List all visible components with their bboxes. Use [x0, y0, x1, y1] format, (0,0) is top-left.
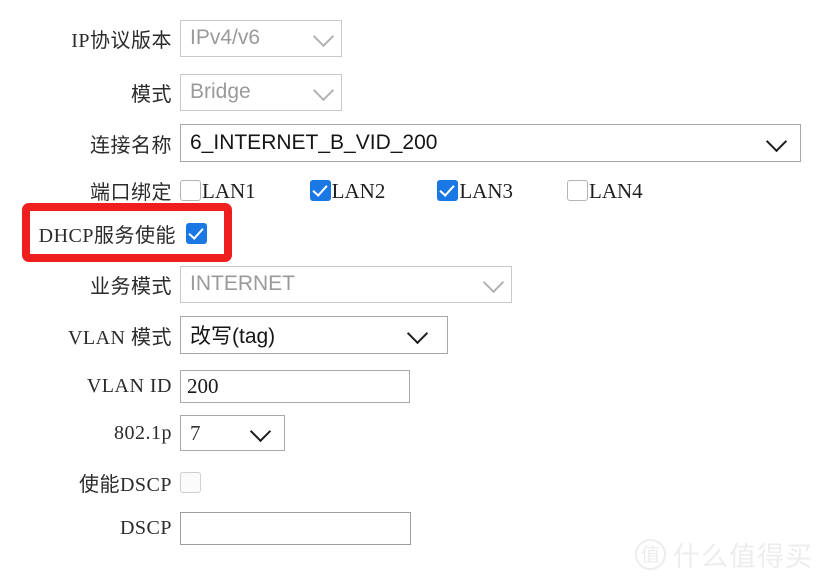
field-vlan-mode: 改写(tag): [180, 316, 448, 354]
select-8021p[interactable]: 7: [180, 415, 285, 451]
checkbox-item-lan2[interactable]: LAN2: [309, 178, 386, 203]
field-mode: Bridge: [180, 73, 342, 111]
watermark-text: 什么值得买: [673, 542, 813, 573]
chevron-down-icon: [312, 25, 335, 48]
chevron-down-icon: [406, 322, 429, 345]
select-ip-version[interactable]: IPv4/v6: [180, 19, 342, 57]
checkbox-dscp-enable[interactable]: [180, 471, 201, 493]
checkbox-lan1[interactable]: [180, 179, 201, 201]
checkbox-lan4-label: LAN4: [589, 178, 643, 203]
checkbox-lan3[interactable]: [437, 179, 459, 201]
form-row-dhcp-enable: DHCP服务使能: [0, 213, 207, 253]
field-connection-name: 6_INTERNET_B_VID_200: [180, 124, 801, 162]
checkbox-lan3-label: LAN3: [459, 178, 514, 203]
label-port-binding: 端口绑定: [90, 181, 172, 204]
checkbox-dhcp-enable[interactable]: [186, 222, 207, 244]
checkbox-item-lan4[interactable]: LAN4: [567, 178, 643, 203]
label-8021p: 802.1p: [114, 421, 172, 444]
form-row-vlan-id: VLAN ID 200: [0, 366, 410, 406]
form-row-dscp-enable: 使能DSCP: [0, 462, 201, 502]
form-row-service-mode: 业务模式 INTERNET: [0, 264, 512, 304]
chevron-down-icon: [312, 79, 335, 102]
field-dscp: [180, 511, 411, 545]
input-vlan-id-value: 200: [187, 373, 219, 398]
label-mode: 模式: [131, 83, 172, 106]
select-vlan-mode[interactable]: 改写(tag): [180, 316, 448, 354]
label-service-mode: 业务模式: [90, 275, 172, 298]
form-row-ip-version: IP协议版本 IPv4/v6: [0, 18, 342, 58]
input-dscp[interactable]: [180, 511, 411, 545]
checkbox-item-lan1[interactable]: LAN1: [180, 178, 256, 203]
form-row-dscp: DSCP: [0, 508, 411, 548]
select-connection-name-value: 6_INTERNET_B_VID_200: [190, 131, 438, 154]
chevron-down-icon: [765, 130, 788, 153]
label-dscp-enable: 使能DSCP: [78, 473, 172, 496]
select-connection-name[interactable]: 6_INTERNET_B_VID_200: [180, 124, 801, 162]
checkbox-lan1-label: LAN1: [202, 178, 256, 203]
select-service-mode-value: INTERNET: [190, 272, 295, 295]
select-mode[interactable]: Bridge: [180, 73, 342, 111]
form-row-vlan-mode: VLAN 模式 改写(tag): [0, 315, 448, 355]
select-8021p-value: 7: [190, 420, 201, 445]
label-vlan-id: VLAN ID: [86, 374, 172, 397]
form-row-mode: 模式 Bridge: [0, 72, 342, 112]
watermark-logo-icon: 值: [635, 539, 666, 570]
label-vlan-mode: VLAN 模式: [67, 326, 172, 349]
select-ip-version-value: IPv4/v6: [190, 26, 261, 49]
checkbox-lan2-label: LAN2: [331, 178, 386, 203]
input-vlan-id[interactable]: 200: [180, 369, 410, 403]
connection-settings-form: IP协议版本 IPv4/v6 模式 Bridge 连接名称 6_INTERNET…: [0, 0, 831, 588]
select-vlan-mode-value: 改写(tag): [190, 325, 276, 348]
field-vlan-id: 200: [180, 369, 410, 403]
form-row-8021p: 802.1p 7: [0, 413, 285, 453]
label-dscp: DSCP: [119, 516, 172, 539]
field-service-mode: INTERNET: [180, 265, 512, 303]
label-dhcp-enable: DHCP服务使能: [38, 224, 176, 247]
select-service-mode[interactable]: INTERNET: [180, 265, 512, 303]
select-mode-value: Bridge: [190, 80, 251, 103]
field-ip-version: IPv4/v6: [180, 19, 342, 57]
label-connection-name: 连接名称: [90, 134, 172, 157]
checkbox-lan2[interactable]: [309, 179, 331, 201]
chevron-down-icon: [482, 271, 505, 294]
checkbox-lan4[interactable]: [567, 179, 589, 201]
chevron-down-icon: [249, 420, 272, 443]
watermark: 值 什么值得买: [635, 535, 813, 574]
field-dscp-enable: [180, 471, 201, 493]
form-row-port-binding: 端口绑定 LAN1 LAN2 LAN3 LAN4: [0, 170, 643, 210]
label-ip-version: IP协议版本: [71, 29, 172, 52]
checkbox-item-lan3[interactable]: LAN3: [437, 178, 514, 203]
field-dhcp-enable: [186, 222, 207, 244]
field-8021p: 7: [180, 415, 285, 451]
port-binding-checkbox-group: LAN1 LAN2 LAN3 LAN4: [180, 178, 643, 203]
form-row-connection-name: 连接名称 6_INTERNET_B_VID_200: [0, 123, 801, 163]
